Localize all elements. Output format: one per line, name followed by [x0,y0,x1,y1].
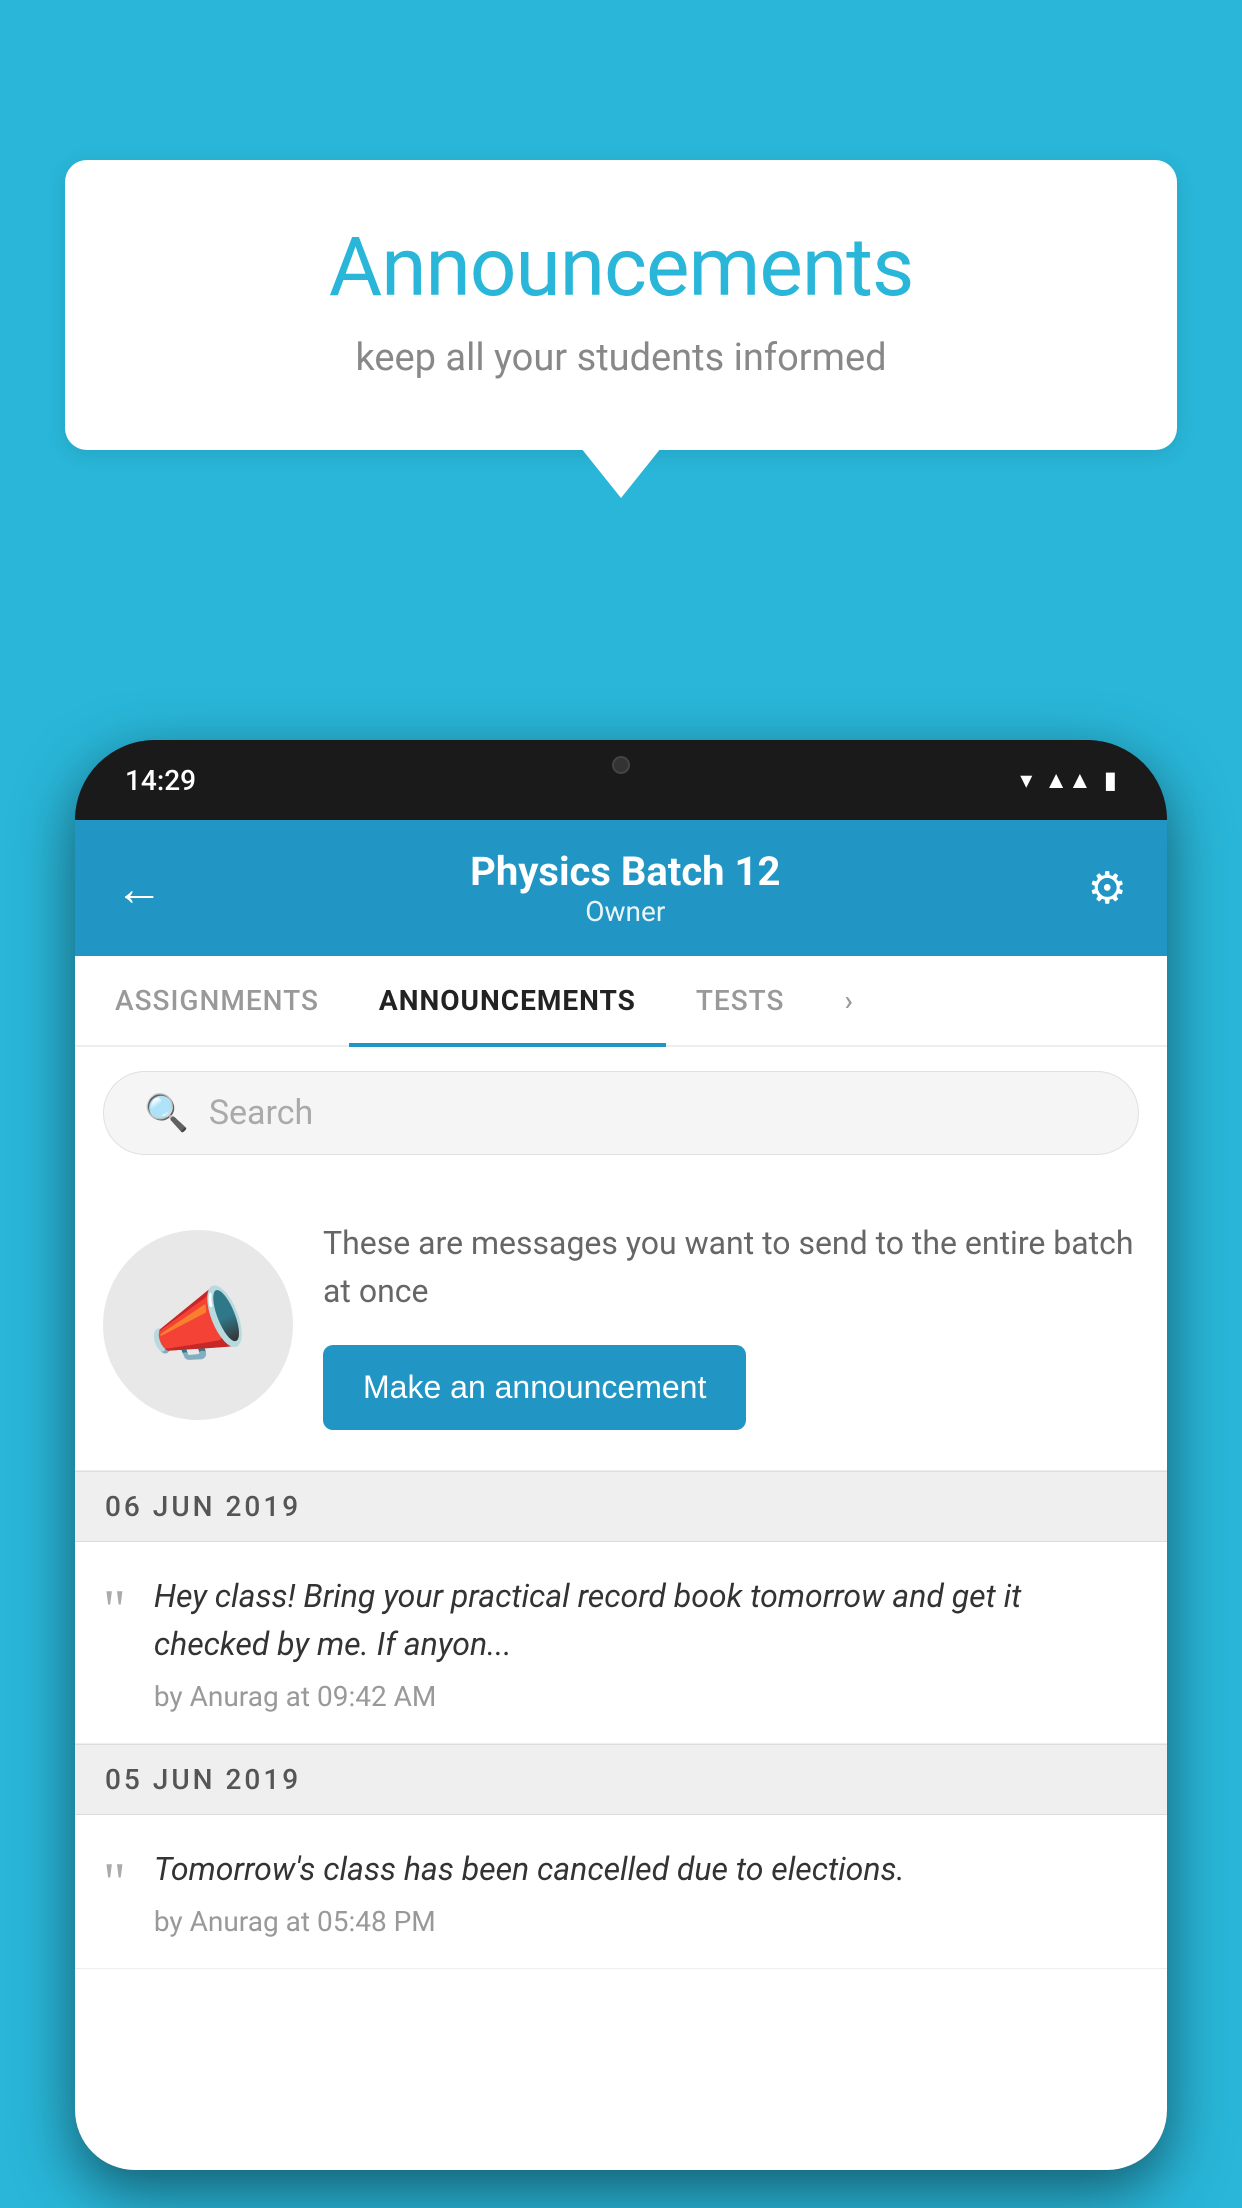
signal-icon: ▲▲ [1044,766,1092,795]
camera [612,756,630,774]
announcement-meta-1: by Anurag at 09:42 AM [154,1680,1139,1713]
phone-container: 14:29 ▾ ▲▲ ▮ ← Physics Batch 12 Owner ⚙ [75,740,1167,2208]
phone-frame: 14:29 ▾ ▲▲ ▮ ← Physics Batch 12 Owner ⚙ [75,740,1167,2170]
intro-right: These are messages you want to send to t… [323,1219,1139,1430]
quote-icon-1: " [103,1582,126,1638]
search-placeholder: Search [209,1093,313,1133]
settings-icon[interactable]: ⚙ [1088,862,1127,914]
intro-description: These are messages you want to send to t… [323,1219,1139,1315]
announcement-text-1: Hey class! Bring your practical record b… [154,1572,1139,1668]
megaphone-circle: 📣 [103,1230,293,1420]
phone-screen: ← Physics Batch 12 Owner ⚙ ASSIGNMENTS A… [75,820,1167,2170]
status-bar: 14:29 ▾ ▲▲ ▮ [75,740,1167,820]
speech-bubble: Announcements keep all your students inf… [65,160,1177,450]
tabs-bar: ASSIGNMENTS ANNOUNCEMENTS TESTS › [75,956,1167,1047]
status-time: 14:29 [125,764,196,797]
megaphone-icon: 📣 [148,1278,248,1372]
announcement-text-2: Tomorrow's class has been cancelled due … [154,1845,1139,1893]
wifi-icon: ▾ [1020,766,1032,794]
tab-tests[interactable]: TESTS [666,956,815,1045]
quote-icon-2: " [103,1855,126,1911]
tab-more[interactable]: › [814,956,883,1045]
notch [531,740,711,790]
announcement-intro: 📣 These are messages you want to send to… [75,1179,1167,1471]
bubble-subtitle: keep all your students informed [145,336,1097,380]
announcement-content-2: Tomorrow's class has been cancelled due … [154,1845,1139,1938]
search-container: 🔍 Search [75,1047,1167,1179]
announcement-item-1[interactable]: " Hey class! Bring your practical record… [75,1542,1167,1744]
search-bar[interactable]: 🔍 Search [103,1071,1139,1155]
announcement-meta-2: by Anurag at 05:48 PM [154,1905,1139,1938]
bubble-title: Announcements [145,220,1097,316]
announcement-item-2[interactable]: " Tomorrow's class has been cancelled du… [75,1815,1167,1969]
status-icons: ▾ ▲▲ ▮ [1020,766,1117,795]
tab-assignments[interactable]: ASSIGNMENTS [85,956,349,1045]
announcement-content-1: Hey class! Bring your practical record b… [154,1572,1139,1713]
app-header: ← Physics Batch 12 Owner ⚙ [75,820,1167,956]
tab-announcements[interactable]: ANNOUNCEMENTS [349,956,666,1045]
back-button[interactable]: ← [115,860,163,917]
search-icon: 🔍 [144,1092,189,1134]
header-title: Physics Batch 12 [163,848,1088,895]
speech-bubble-container: Announcements keep all your students inf… [65,160,1177,450]
header-subtitle: Owner [163,895,1088,928]
header-center: Physics Batch 12 Owner [163,848,1088,928]
date-separator-1: 06 JUN 2019 [75,1471,1167,1542]
date-separator-2: 05 JUN 2019 [75,1744,1167,1815]
battery-icon: ▮ [1104,766,1117,794]
make-announcement-button[interactable]: Make an announcement [323,1345,746,1430]
